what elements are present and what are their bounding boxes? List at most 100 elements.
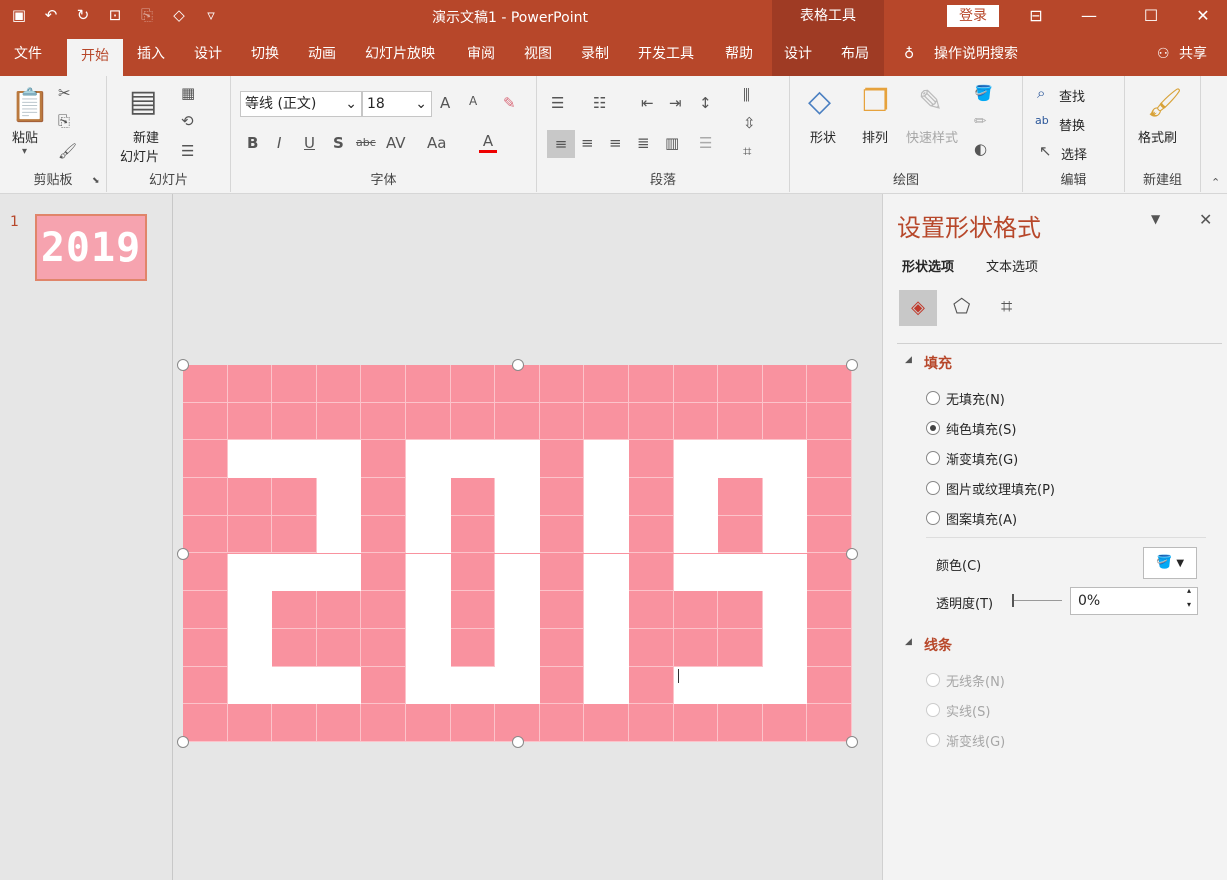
table-cell[interactable] — [272, 591, 317, 629]
bold-button[interactable]: B — [247, 134, 258, 152]
table-cell[interactable] — [673, 440, 719, 479]
close-icon[interactable]: ✕ — [1180, 0, 1226, 32]
change-case-button[interactable]: Aa — [427, 134, 446, 152]
table-cell[interactable] — [406, 666, 451, 705]
table-cell[interactable] — [450, 515, 496, 554]
tab-file[interactable]: 文件 — [14, 43, 42, 65]
table-cell[interactable] — [762, 666, 808, 705]
table-cell[interactable] — [361, 704, 406, 742]
radio-picture-fill[interactable] — [926, 481, 940, 495]
table-cell[interactable] — [316, 515, 362, 554]
table-cell[interactable] — [762, 628, 808, 667]
table-cell[interactable] — [762, 402, 808, 441]
table-cell[interactable] — [495, 478, 540, 516]
no-line-label[interactable]: 无线条(N) — [946, 671, 1005, 690]
copy-format-icon[interactable]: ⎘ — [136, 4, 158, 26]
table-cell[interactable] — [183, 478, 228, 516]
tab-insert[interactable]: 插入 — [137, 43, 165, 65]
slideshow-icon[interactable]: ⊡ — [104, 4, 126, 26]
solid-fill-label[interactable]: 纯色填充(S) — [946, 419, 1016, 438]
table-cell[interactable] — [539, 402, 585, 441]
table-cell[interactable] — [673, 591, 719, 629]
effects-icon[interactable]: ⬠ — [953, 294, 970, 318]
save-icon[interactable]: ▣ — [8, 4, 30, 26]
table-cell[interactable] — [807, 440, 852, 479]
table-cell[interactable] — [227, 704, 273, 742]
table-cell[interactable] — [316, 628, 362, 667]
pane-close-icon[interactable]: ✕ — [1199, 210, 1212, 229]
table-cell[interactable] — [629, 591, 674, 629]
tab-animations[interactable]: 动画 — [308, 43, 336, 65]
resize-handle[interactable] — [177, 359, 189, 371]
size-properties-icon[interactable]: ⌗ — [1001, 294, 1012, 318]
radio-solid-line[interactable] — [926, 703, 940, 717]
increase-indent-icon[interactable]: ⇥ — [669, 94, 682, 112]
table-cell[interactable] — [361, 553, 406, 592]
radio-solid-fill[interactable] — [926, 421, 940, 435]
table-cell[interactable] — [227, 666, 273, 705]
redo-icon[interactable]: ↻ — [72, 4, 94, 26]
table-cell[interactable] — [718, 704, 763, 742]
shape-fill-icon[interactable]: 🪣 — [974, 84, 993, 102]
copy-icon[interactable]: ⎘ — [58, 112, 70, 130]
table-cell[interactable] — [361, 478, 406, 516]
share-icon[interactable]: ⚇ — [1157, 43, 1170, 65]
table-cell[interactable] — [807, 515, 852, 554]
char-spacing-button[interactable]: AV — [386, 134, 406, 152]
format-brush-icon[interactable]: 🖌 — [58, 142, 77, 160]
table-cell[interactable] — [450, 440, 496, 479]
text-direction-icon[interactable]: ⫼ — [743, 86, 750, 104]
ribbon-display-icon[interactable]: ⊟ — [1013, 0, 1059, 32]
columns-icon[interactable]: ☰ — [699, 134, 712, 152]
table-cell[interactable] — [807, 402, 852, 441]
table-cell[interactable] — [539, 478, 585, 516]
table-cell[interactable] — [316, 666, 362, 705]
resize-handle[interactable] — [511, 736, 524, 748]
reset-icon[interactable]: ⟲ — [181, 112, 194, 130]
table-cell[interactable] — [361, 365, 406, 403]
table-cell[interactable] — [762, 478, 808, 516]
shadow-button[interactable]: S — [333, 134, 344, 152]
numbering-icon[interactable]: ☷ — [593, 94, 606, 112]
tab-design[interactable]: 设计 — [194, 43, 222, 65]
table-cell[interactable] — [183, 591, 228, 629]
table-cell[interactable] — [361, 440, 406, 479]
select-button[interactable]: 选择 — [1061, 144, 1087, 163]
collapse-line-icon[interactable]: ◢ — [905, 637, 912, 647]
table-cell[interactable] — [539, 628, 585, 667]
font-name-combo[interactable]: 等线 (正文) ⌄ — [240, 91, 362, 117]
align-center-icon[interactable]: ≡ — [581, 134, 594, 152]
table-cell[interactable] — [673, 628, 719, 667]
table-cell[interactable] — [227, 515, 273, 554]
resize-handle[interactable] — [177, 547, 189, 560]
arrange-button[interactable]: 排列 — [862, 127, 888, 146]
table-cell[interactable] — [406, 402, 451, 441]
table-cell[interactable] — [406, 440, 451, 479]
login-button[interactable]: 登录 — [947, 5, 999, 27]
transparency-input[interactable]: 0% ▴ ▾ — [1070, 586, 1198, 615]
tab-review[interactable]: 审阅 — [467, 43, 495, 65]
table-cell[interactable] — [807, 553, 852, 592]
table-cell[interactable] — [629, 478, 674, 516]
slider-thumb[interactable] — [1012, 594, 1014, 607]
table-cell[interactable] — [629, 628, 674, 667]
quick-styles-icon[interactable]: ✎ — [918, 84, 943, 119]
table-cell[interactable] — [629, 704, 674, 742]
table-cell[interactable] — [495, 666, 540, 705]
font-color-button[interactable]: A — [479, 132, 497, 153]
table-cell[interactable] — [450, 402, 496, 441]
table-cell[interactable] — [495, 553, 540, 592]
table-cell[interactable] — [673, 704, 719, 742]
slide-thumbnail[interactable]: 2019 — [35, 214, 147, 281]
decrease-indent-icon[interactable]: ⇤ — [641, 94, 654, 112]
table-cell[interactable] — [584, 440, 629, 479]
table-cell[interactable] — [807, 478, 852, 516]
table-cell[interactable] — [718, 591, 763, 629]
table-cell[interactable] — [673, 365, 719, 403]
table-cell[interactable] — [495, 402, 540, 441]
table-cell[interactable] — [718, 402, 763, 441]
paste-dropdown-icon[interactable]: ▾ — [22, 146, 27, 157]
table-cell[interactable] — [495, 591, 540, 629]
resize-handle[interactable] — [511, 359, 524, 371]
table-cell[interactable] — [272, 478, 317, 516]
